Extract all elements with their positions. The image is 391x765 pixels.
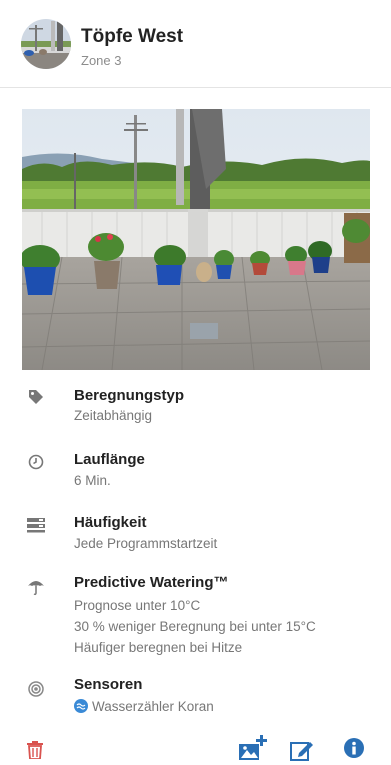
predictive-watering-line-2: 30 % weniger Beregnung bei unter 15°C <box>74 619 316 634</box>
edit-icon[interactable] <box>290 739 314 765</box>
watering-type-value: Zeitabhängig <box>74 408 153 423</box>
detail-watering-type[interactable]: Beregnungstyp Zeitabhängig <box>0 384 391 434</box>
frequency-value: Jede Programmstartzeit <box>74 536 218 551</box>
umbrella-icon <box>26 577 46 597</box>
run-length-value: 6 Min. <box>74 473 111 488</box>
zone-subtitle: Zone 3 <box>81 53 122 68</box>
detail-sensors[interactable]: Sensoren Wasserzähler Koran <box>0 676 391 720</box>
sensor-name: Wasserzähler Koran <box>92 699 214 714</box>
tag-icon <box>26 387 46 407</box>
zone-avatar[interactable] <box>21 19 71 69</box>
add-photo-icon[interactable] <box>238 735 268 765</box>
delete-icon[interactable] <box>27 741 43 764</box>
sensor-item[interactable]: Wasserzähler Koran <box>74 699 214 714</box>
watering-type-title: Beregnungstyp <box>74 387 185 404</box>
sensor-icon <box>26 679 46 699</box>
action-bar <box>0 735 391 765</box>
info-icon[interactable] <box>344 738 364 763</box>
zone-photo[interactable] <box>22 109 370 370</box>
water-meter-icon <box>74 699 88 713</box>
detail-predictive-watering[interactable]: Predictive Watering™ Prognose unter 10°C… <box>0 574 391 660</box>
schedule-icon <box>26 515 46 535</box>
run-length-title: Lauflänge <box>74 451 145 468</box>
clock-icon <box>26 452 46 472</box>
detail-frequency[interactable]: Häufigkeit Jede Programmstartzeit <box>0 512 391 562</box>
predictive-watering-line-3: Häufiger beregnen bei Hitze <box>74 640 243 655</box>
sensors-title: Sensoren <box>74 676 143 693</box>
zone-header: Töpfe West Zone 3 <box>0 0 391 88</box>
zone-title: Töpfe West <box>81 26 184 47</box>
frequency-title: Häufigkeit <box>74 514 147 531</box>
predictive-watering-title: Predictive Watering™ <box>74 574 229 591</box>
detail-run-length[interactable]: Lauflänge 6 Min. <box>0 449 391 499</box>
predictive-watering-line-1: Prognose unter 10°C <box>74 598 201 613</box>
